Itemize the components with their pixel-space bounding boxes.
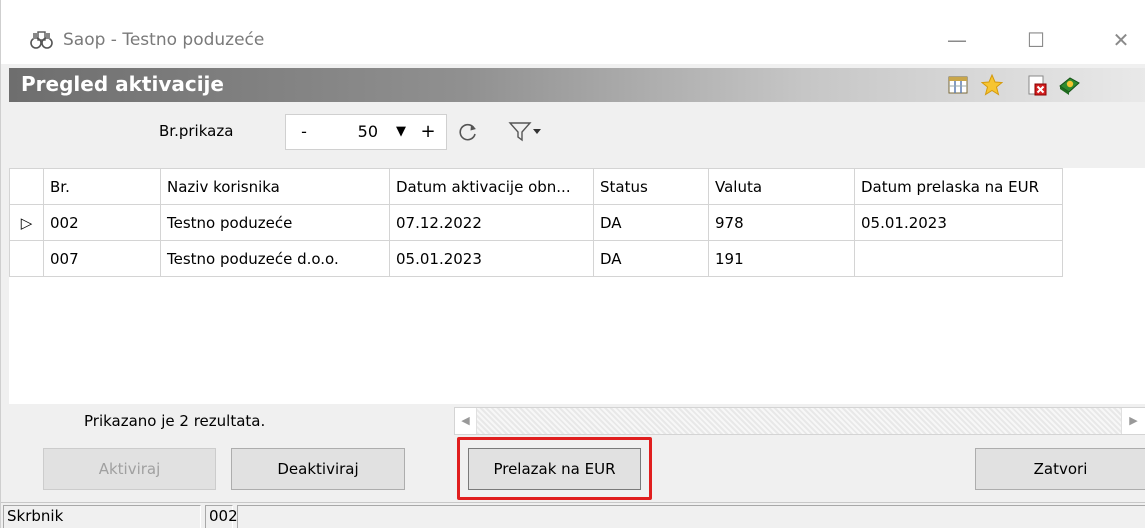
help-book-icon[interactable] xyxy=(1058,74,1080,96)
activation-table: Br. Naziv korisnika Datum aktivacije obn… xyxy=(9,168,1063,277)
cell-valuta[interactable]: 978 xyxy=(708,204,855,241)
scroll-left-icon[interactable]: ◀ xyxy=(455,408,477,434)
count-input[interactable]: 50 xyxy=(322,115,378,149)
grid-footer: Prikazano je 2 rezultata. ◀ ▶ xyxy=(9,404,1145,438)
column-header-status[interactable]: Status xyxy=(593,168,709,205)
count-label: Br.prikaza xyxy=(159,122,234,140)
app-binoculars-icon xyxy=(29,28,55,52)
column-header-valuta[interactable]: Valuta xyxy=(708,168,855,205)
column-header-br[interactable]: Br. xyxy=(43,168,161,205)
window-title: Saop - Testno poduzeće xyxy=(63,30,265,50)
status-user: Skrbnik xyxy=(3,505,201,528)
results-count: Prikazano je 2 rezultata. xyxy=(84,412,266,430)
chevron-down-icon[interactable]: ▼ xyxy=(390,115,412,149)
refresh-icon[interactable] xyxy=(456,120,480,144)
page-title: Pregled aktivacije xyxy=(21,72,224,96)
cell-datum-eur[interactable]: 05.01.2023 xyxy=(854,204,1063,241)
increment-button[interactable]: + xyxy=(414,115,442,149)
cell-naziv[interactable]: Testno poduzeće d.o.o. xyxy=(160,240,390,277)
table-row[interactable]: 007 Testno poduzeće d.o.o. 05.01.2023 DA… xyxy=(9,240,1063,277)
row-indicator-header xyxy=(9,168,44,205)
cell-naziv[interactable]: Testno poduzeće xyxy=(160,204,390,241)
cell-datum-aktivacije[interactable]: 05.01.2023 xyxy=(389,240,594,277)
activation-grid: Br. Naziv korisnika Datum aktivacije obn… xyxy=(9,168,1145,404)
table-row[interactable]: ▷ 002 Testno poduzeće 07.12.2022 DA 978 … xyxy=(9,204,1063,241)
row-indicator xyxy=(9,240,44,277)
scroll-track[interactable] xyxy=(477,408,1121,434)
horizontal-scrollbar[interactable]: ◀ ▶ xyxy=(454,407,1145,435)
cell-valuta[interactable]: 191 xyxy=(708,240,855,277)
cell-datum-eur[interactable] xyxy=(854,240,1063,277)
column-header-naziv[interactable]: Naziv korisnika xyxy=(160,168,390,205)
maximize-button[interactable]: ☐ xyxy=(1016,22,1056,58)
cell-status[interactable]: DA xyxy=(593,240,709,277)
close-window-button[interactable]: ✕ xyxy=(1101,22,1141,58)
count-stepper: - 50 ▼ + xyxy=(285,114,447,150)
column-header-datum-aktivacije[interactable]: Datum aktivacije obn... xyxy=(389,168,594,205)
status-extra xyxy=(237,505,1145,528)
header-row: Br. Naziv korisnika Datum aktivacije obn… xyxy=(9,168,1063,205)
status-code: 002 xyxy=(205,505,238,528)
title-bar: Saop - Testno poduzeće — ☐ ✕ xyxy=(1,0,1145,64)
highlight-annotation xyxy=(457,437,652,500)
columns-icon[interactable] xyxy=(947,74,969,96)
cell-datum-aktivacije[interactable]: 07.12.2022 xyxy=(389,204,594,241)
app-window: Saop - Testno poduzeće — ☐ ✕ Pregled akt… xyxy=(0,0,1145,528)
current-row-indicator-icon: ▷ xyxy=(9,204,44,241)
cell-status[interactable]: DA xyxy=(593,204,709,241)
scroll-right-icon[interactable]: ▶ xyxy=(1121,408,1145,434)
status-bar: Skrbnik 002 xyxy=(1,502,1145,528)
deactivate-button[interactable]: Deaktiviraj xyxy=(231,448,405,490)
decrement-button[interactable]: - xyxy=(290,115,318,149)
column-header-datum-eur[interactable]: Datum prelaska na EUR xyxy=(854,168,1063,205)
close-document-icon[interactable] xyxy=(1026,74,1048,96)
activate-button[interactable]: Aktiviraj xyxy=(43,448,216,490)
close-button[interactable]: Zatvori xyxy=(975,448,1145,490)
star-icon[interactable] xyxy=(980,73,1004,96)
cell-br[interactable]: 002 xyxy=(43,204,161,241)
filter-icon[interactable] xyxy=(508,120,544,144)
minimize-button[interactable]: — xyxy=(937,22,977,58)
page-header: Pregled aktivacije xyxy=(9,68,1145,102)
cell-br[interactable]: 007 xyxy=(43,240,161,277)
